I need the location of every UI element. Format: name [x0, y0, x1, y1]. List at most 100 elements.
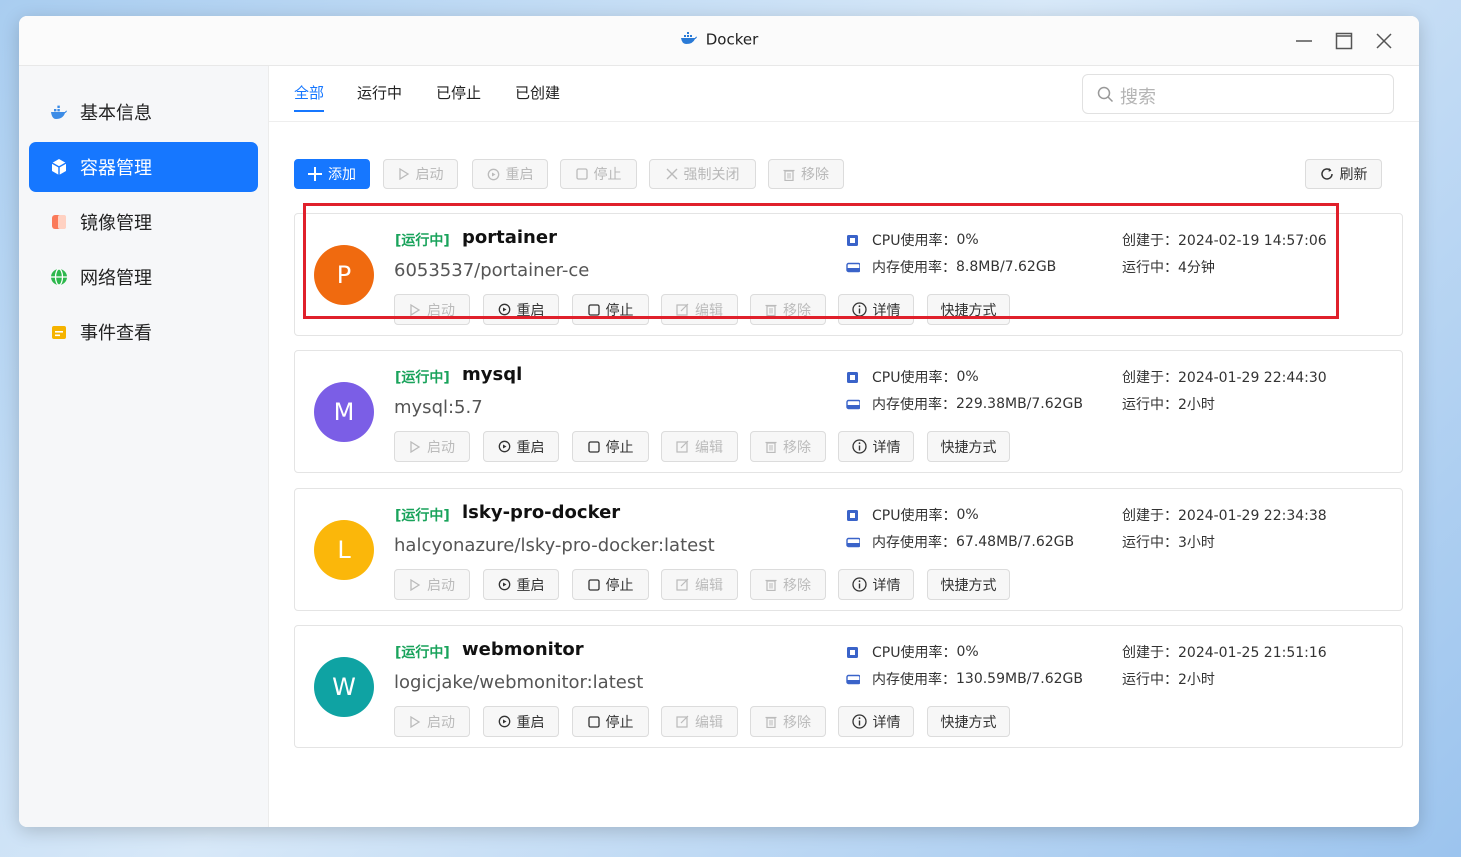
container-image: halcyonazure/lsky-pro-docker:latest: [394, 535, 715, 556]
sidebar-item-network-management[interactable]: 网络管理: [29, 252, 258, 302]
details-button-label: 详情: [872, 302, 901, 319]
start-button[interactable]: 启动: [394, 706, 470, 737]
created-time: 创建于：2024-01-25 21:51:16: [1122, 642, 1327, 662]
container-name[interactable]: webmonitor: [462, 639, 584, 660]
stop-button[interactable]: 停止: [572, 294, 649, 325]
stop-button[interactable]: 停止: [572, 706, 649, 737]
restart-icon: [498, 715, 511, 728]
cpu-icon: [846, 233, 860, 247]
info-icon: [851, 577, 867, 592]
maximize-icon[interactable]: [1331, 28, 1357, 54]
start-button[interactable]: 启动: [394, 569, 470, 600]
edit-icon: [676, 440, 689, 453]
shortcut-button[interactable]: 快捷方式: [927, 431, 1010, 462]
container-card[interactable]: M [运行中] mysql mysql:5.7 CPU使用率： 0% 内存使用率： 229.3…: [294, 350, 1403, 473]
cpu-label: CPU使用率：: [872, 370, 957, 386]
container-card[interactable]: L [运行中] lsky-pro-docker halcyonazure/lsky-p…: [294, 488, 1403, 611]
container-card[interactable]: W [运行中] webmonitor logicjake/webmonitor:lat…: [294, 625, 1403, 748]
tab-all[interactable]: 全部: [294, 82, 325, 112]
stop-button-label: 停止: [605, 439, 634, 456]
edit-button[interactable]: 编辑: [661, 294, 738, 325]
container-name[interactable]: lsky-pro-docker: [462, 502, 620, 523]
uptime-value: 2小时: [1178, 397, 1215, 413]
search-placeholder: 搜索: [1120, 87, 1156, 108]
restart-button[interactable]: 重启: [483, 706, 559, 737]
trash-icon: [765, 303, 777, 316]
stop-button[interactable]: 停止: [560, 159, 637, 189]
avatar: M: [314, 382, 374, 442]
memory-usage: 内存使用率： 229.38MB/7.62GB: [846, 394, 1083, 414]
tab-stopped[interactable]: 已停止: [436, 82, 481, 103]
shortcut-button-label: 快捷方式: [940, 302, 997, 319]
whale-icon: [50, 103, 68, 121]
container-name[interactable]: mysql: [462, 364, 522, 385]
details-button[interactable]: 详情: [838, 294, 914, 325]
container-image: logicjake/webmonitor:latest: [394, 672, 644, 693]
details-button-label: 详情: [872, 714, 901, 731]
sidebar-item-label: 基本信息: [80, 103, 152, 124]
shortcut-button[interactable]: 快捷方式: [927, 569, 1010, 600]
stop-button[interactable]: 停止: [572, 569, 649, 600]
shortcut-button[interactable]: 快捷方式: [927, 294, 1010, 325]
edit-button[interactable]: 编辑: [661, 431, 738, 462]
container-name[interactable]: portainer: [462, 227, 557, 248]
details-button[interactable]: 详情: [838, 431, 914, 462]
close-icon[interactable]: [1371, 28, 1397, 54]
edit-button[interactable]: 编辑: [661, 706, 738, 737]
details-button[interactable]: 详情: [838, 706, 914, 737]
remove-button[interactable]: 移除: [750, 706, 826, 737]
start-button-label: 启动: [427, 302, 455, 319]
created-value: 2024-02-19 14:57:06: [1178, 233, 1327, 249]
force-close-button[interactable]: 强制关闭: [649, 159, 756, 189]
plus-icon: [308, 167, 322, 181]
stop-button[interactable]: 停止: [572, 431, 649, 462]
container-card[interactable]: P [运行中] portainer 6053537/portainer-ce CPU使用…: [294, 213, 1403, 336]
trash-icon: [765, 715, 777, 728]
restart-icon: [498, 440, 511, 453]
start-button[interactable]: 启动: [394, 294, 470, 325]
restart-button[interactable]: 重启: [472, 159, 548, 189]
start-button[interactable]: 启动: [383, 159, 458, 189]
memory-label: 内存使用率：: [872, 535, 956, 551]
remove-button-label: 移除: [783, 302, 811, 319]
restart-button[interactable]: 重启: [483, 294, 559, 325]
restart-button-label: 重启: [516, 714, 545, 731]
edit-button-label: 编辑: [695, 714, 723, 731]
sidebar-item-container-management[interactable]: 容器管理: [29, 142, 258, 192]
start-button[interactable]: 启动: [394, 431, 470, 462]
edit-button-label: 编辑: [695, 577, 723, 594]
remove-button[interactable]: 移除: [750, 294, 826, 325]
cpu-value: 0%: [956, 644, 979, 660]
search-box[interactable]: 搜索: [1082, 74, 1394, 114]
edit-button[interactable]: 编辑: [661, 569, 738, 600]
details-button[interactable]: 详情: [838, 569, 914, 600]
remove-button[interactable]: 移除: [768, 159, 844, 189]
cpu-value: 0%: [956, 369, 979, 385]
created-label: 创建于：: [1122, 370, 1178, 386]
sidebar-item-event-view[interactable]: 事件查看: [29, 307, 258, 357]
tab-running[interactable]: 运行中: [357, 82, 402, 103]
memory-value: 8.8MB/7.62GB: [956, 259, 1057, 275]
stop-icon: [587, 578, 600, 591]
created-value: 2024-01-29 22:34:38: [1178, 508, 1327, 524]
remove-button[interactable]: 移除: [750, 431, 826, 462]
shortcut-button[interactable]: 快捷方式: [927, 706, 1010, 737]
refresh-button[interactable]: 刷新: [1305, 159, 1382, 189]
cpu-usage: CPU使用率： 0%: [846, 367, 979, 387]
cube-icon: [50, 158, 68, 176]
restart-button[interactable]: 重启: [483, 569, 559, 600]
minimize-icon[interactable]: [1291, 28, 1317, 54]
sidebar-item-label: 容器管理: [80, 158, 152, 179]
sidebar-item-image-management[interactable]: 镜像管理: [29, 197, 258, 247]
cpu-usage: CPU使用率： 0%: [846, 230, 979, 250]
avatar: L: [314, 520, 374, 580]
memory-usage: 内存使用率： 130.59MB/7.62GB: [846, 669, 1083, 689]
restart-button[interactable]: 重启: [483, 431, 559, 462]
tab-created[interactable]: 已创建: [515, 82, 560, 103]
add-button[interactable]: 添加: [294, 159, 370, 189]
sidebar-item-basic-info[interactable]: 基本信息: [29, 87, 258, 137]
memory-value: 130.59MB/7.62GB: [956, 671, 1084, 687]
avatar: P: [314, 245, 374, 305]
remove-button[interactable]: 移除: [750, 569, 826, 600]
avatar-initial: L: [337, 536, 351, 564]
